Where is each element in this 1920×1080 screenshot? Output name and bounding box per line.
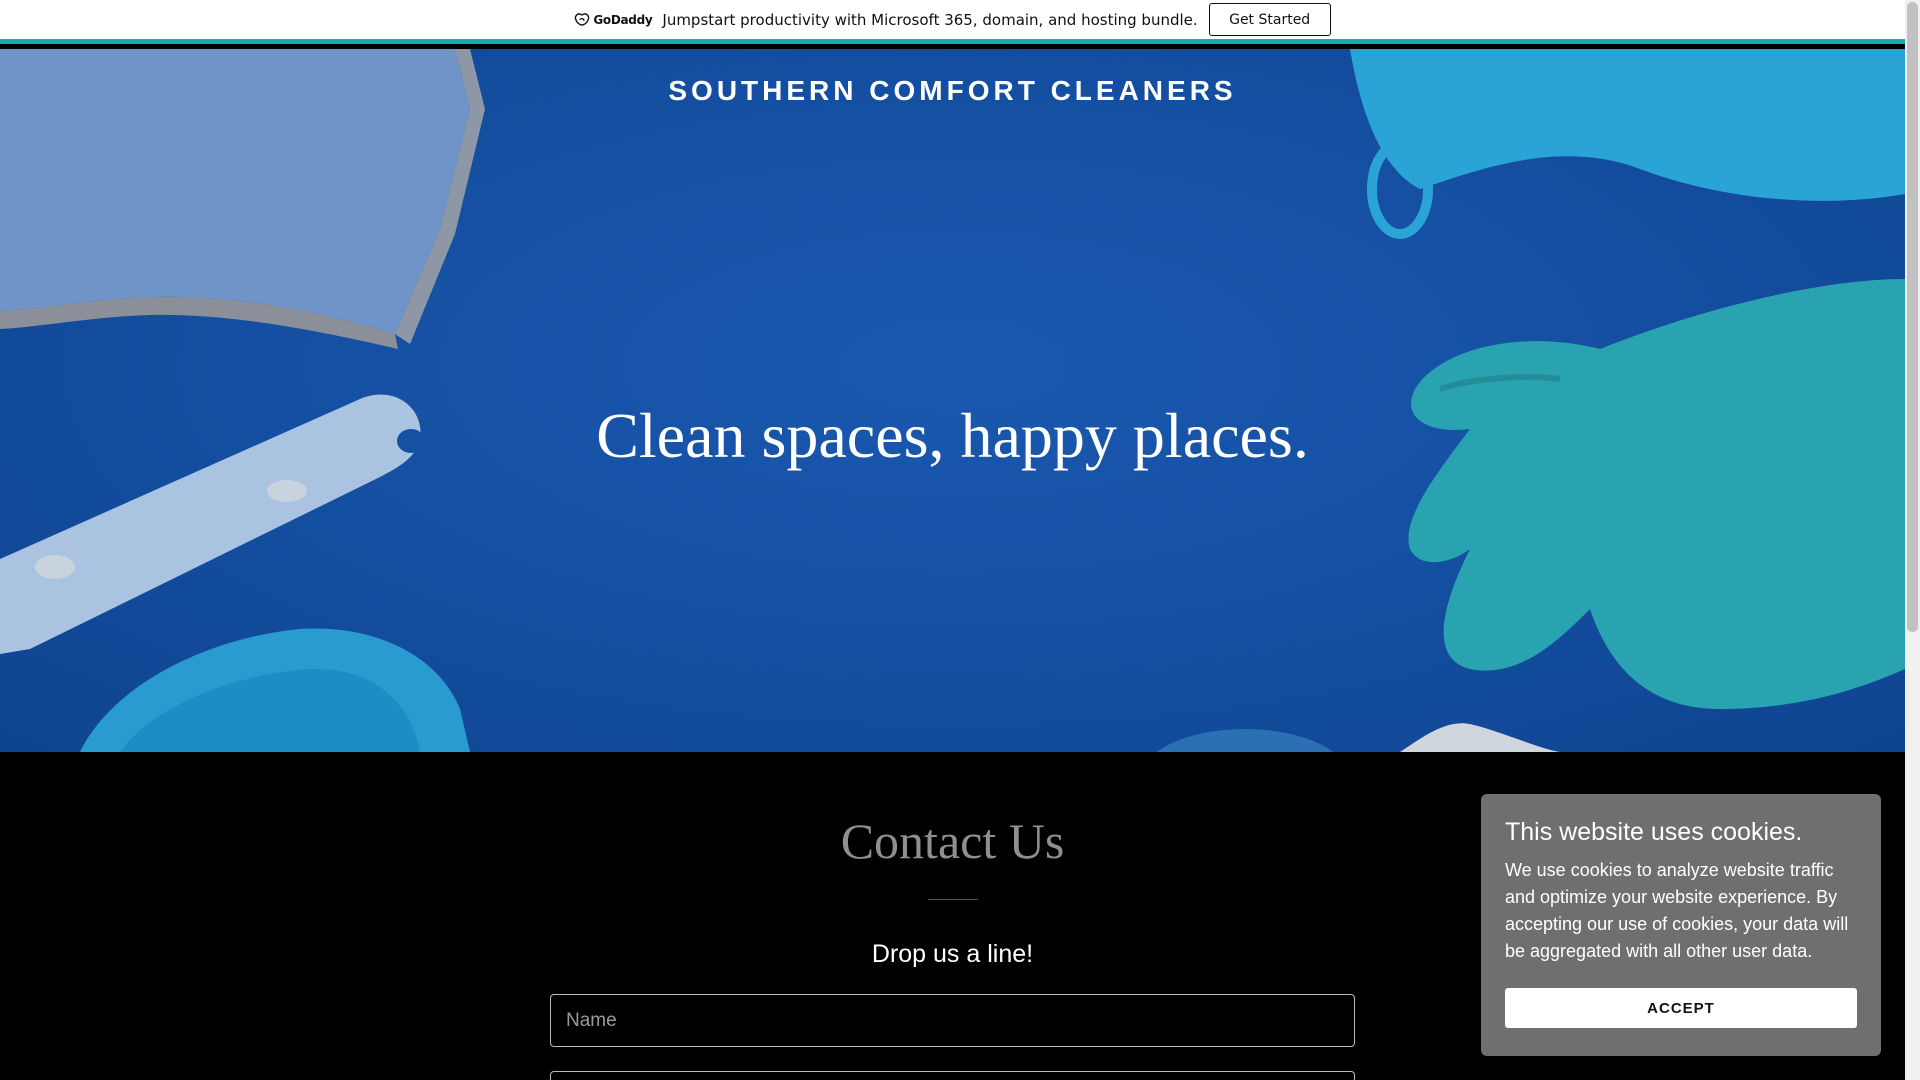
email-input[interactable] xyxy=(550,1071,1355,1080)
cookie-banner: This website uses cookies. We use cookie… xyxy=(1481,794,1881,1056)
section-divider xyxy=(928,899,978,900)
name-input[interactable]: Name xyxy=(550,994,1355,1047)
site-brand[interactable]: SOUTHERN COMFORT CLEANERS xyxy=(0,75,1905,107)
cookie-title: This website uses cookies. xyxy=(1505,818,1803,846)
promo-bar: GoDaddy Jumpstart productivity with Micr… xyxy=(0,0,1905,44)
scrollbar-thumb[interactable] xyxy=(1907,2,1918,632)
godaddy-logo[interactable]: GoDaddy xyxy=(574,12,653,27)
godaddy-icon xyxy=(575,12,590,26)
hero-section: SOUTHERN COMFORT CLEANERS Clean spaces, … xyxy=(0,49,1905,752)
cookie-body: We use cookies to analyze website traffi… xyxy=(1505,860,1849,961)
hero-tagline: Clean spaces, happy places. xyxy=(596,400,1309,471)
accept-cookies-button[interactable]: ACCEPT xyxy=(1505,988,1857,1028)
promo-message: Jumpstart productivity with Microsoft 36… xyxy=(662,10,1198,29)
godaddy-logo-text: GoDaddy xyxy=(593,12,653,27)
get-started-button[interactable]: Get Started xyxy=(1208,3,1331,36)
